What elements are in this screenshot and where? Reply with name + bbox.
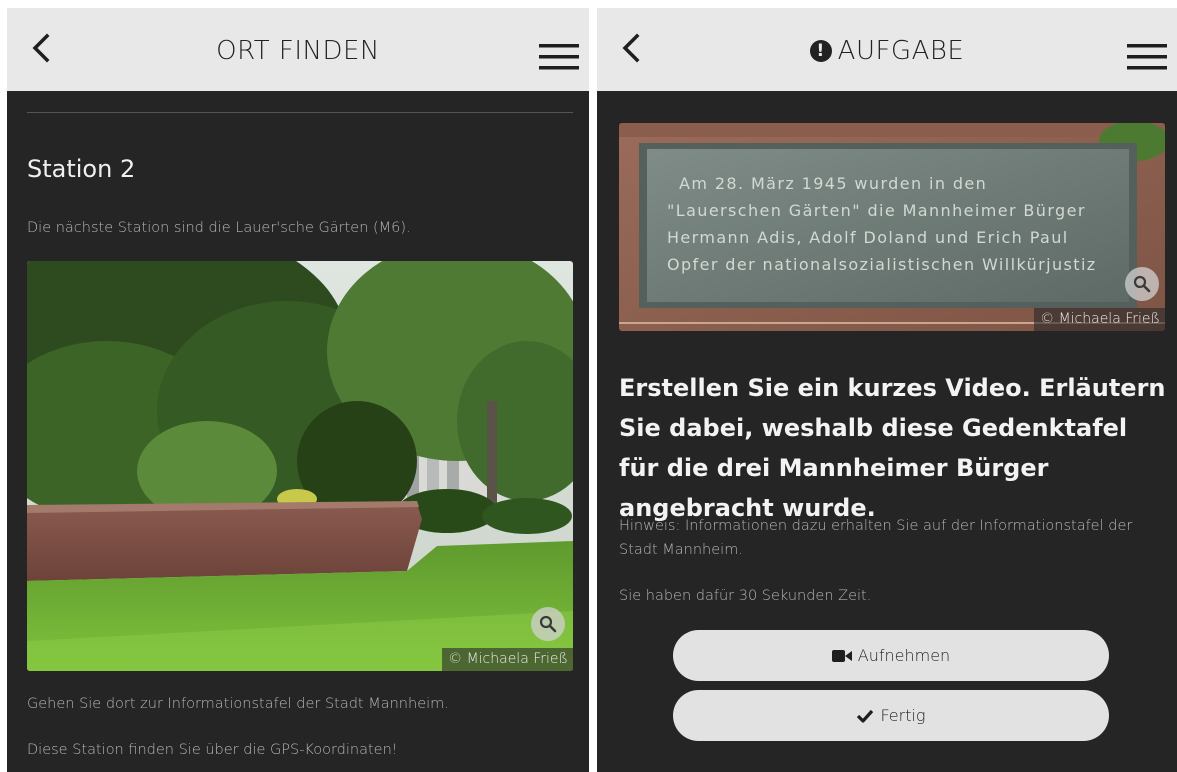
hamburger-menu-icon xyxy=(1127,44,1167,70)
magnifier-icon xyxy=(539,615,557,633)
page-title: AUFGABE xyxy=(837,36,965,66)
photo-credit: © Michaela Frieß xyxy=(442,648,573,671)
chevron-left-icon xyxy=(32,33,50,63)
photo-credit: © Michaela Frieß xyxy=(1034,308,1165,331)
plaque-line: "Lauerschen Gärten" die Mannheimer Bürge… xyxy=(667,201,1086,220)
done-button-label: Fertig xyxy=(880,706,926,725)
top-bar: ! AUFGABE xyxy=(597,8,1177,91)
chevron-left-icon xyxy=(622,33,640,63)
plaque-line: Opfer der nationalsozialistischen Willkü… xyxy=(667,255,1097,274)
task-heading: Erstellen Sie ein kurzes Video. Erläuter… xyxy=(619,374,1166,522)
plaque-line: Hermann Adis, Adolf Doland und Erich Pau… xyxy=(667,228,1069,247)
station-title: Station 2 xyxy=(27,155,136,183)
instruction-text: Gehen Sie dort zur Informationstafel der… xyxy=(27,696,449,712)
magnifier-icon xyxy=(1133,275,1151,293)
zoom-button[interactable] xyxy=(531,607,565,641)
plaque-line: Am 28. März 1945 wurden in den xyxy=(679,174,987,193)
menu-button[interactable] xyxy=(1127,44,1167,70)
right-screen: ! AUFGABE Am 28. März 1945 wurden in den… xyxy=(597,8,1177,772)
garden-image xyxy=(27,261,573,671)
record-button[interactable]: Aufnehmen xyxy=(673,630,1109,681)
left-screen: ORT FINDEN Station 2 Die nächste Station… xyxy=(7,8,589,772)
plaque-photo: Am 28. März 1945 wurden in den "Lauersch… xyxy=(619,123,1165,331)
video-camera-icon xyxy=(831,649,852,662)
time-text: Sie haben dafür 30 Sekunden Zeit. xyxy=(619,588,872,604)
hamburger-menu-icon xyxy=(539,44,579,70)
divider xyxy=(27,112,573,113)
checkmark-icon xyxy=(857,709,874,723)
gps-text: Diese Station finden Sie über die GPS-Ko… xyxy=(27,742,398,758)
record-button-label: Aufnehmen xyxy=(857,646,951,665)
page-title: ORT FINDEN xyxy=(216,36,380,66)
top-bar: ORT FINDEN xyxy=(7,8,589,91)
exclamation-circle-icon: ! xyxy=(809,40,832,62)
done-button[interactable]: Fertig xyxy=(673,690,1109,741)
intro-text: Die nächste Station sind die Lauer'sche … xyxy=(27,220,411,236)
hint-text: Hinweis: Informationen dazu erhalten Sie… xyxy=(619,518,1133,558)
station-photo: © Michaela Frieß xyxy=(27,261,573,671)
zoom-button[interactable] xyxy=(1125,267,1159,301)
back-button[interactable] xyxy=(615,28,651,68)
plaque-image: Am 28. März 1945 wurden in den "Lauersch… xyxy=(619,123,1165,331)
menu-button[interactable] xyxy=(539,44,579,70)
title-container: ! AUFGABE xyxy=(677,36,1097,66)
back-button[interactable] xyxy=(25,28,61,68)
